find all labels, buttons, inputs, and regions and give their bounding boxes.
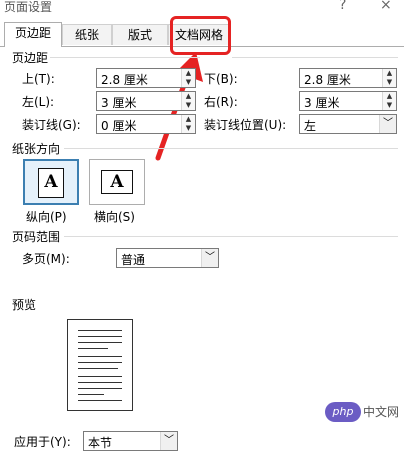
spin-up-icon[interactable]: ▲: [182, 115, 195, 124]
bottom-margin-label: 下(B):: [204, 72, 238, 86]
php-logo: php: [325, 402, 361, 422]
portrait-page-icon: A: [38, 168, 64, 198]
portrait-label: 纵向(P): [26, 210, 67, 224]
orientation-heading: 纸张方向: [12, 142, 61, 156]
top-margin-label: 上(T):: [22, 72, 55, 86]
pages-heading: 页码范围: [12, 230, 61, 244]
apply-to-label: 应用于(Y):: [14, 435, 71, 449]
margins-divider-right: [232, 57, 398, 58]
gutter-position-label: 装订线位置(U):: [204, 118, 287, 132]
spin-up-icon[interactable]: ▲: [383, 92, 396, 101]
help-button[interactable]: ?: [339, 0, 346, 13]
top-margin-value: 2.8 厘米: [101, 73, 148, 87]
chevron-down-icon[interactable]: ﹀: [201, 249, 218, 267]
spinner-arrows[interactable]: ▲ ▼: [181, 92, 195, 110]
spinner-arrows[interactable]: ▲ ▼: [382, 69, 396, 87]
bottom-margin-spinner[interactable]: 2.8 厘米 ▲ ▼: [299, 68, 397, 88]
spin-down-icon[interactable]: ▼: [182, 78, 195, 87]
preview-page: [67, 319, 133, 411]
right-margin-value: 3 厘米: [304, 96, 340, 110]
apply-to-select[interactable]: 本节 ﹀: [83, 431, 178, 451]
pages-divider: [64, 236, 398, 237]
left-margin-spinner[interactable]: 3 厘米 ▲ ▼: [96, 91, 196, 111]
margins-heading: 页边距: [12, 51, 49, 65]
chevron-down-icon[interactable]: ﹀: [379, 115, 396, 133]
close-button[interactable]: ×: [380, 0, 392, 13]
landscape-button[interactable]: A: [89, 159, 145, 205]
orientation-divider: [64, 148, 398, 149]
spin-down-icon[interactable]: ▼: [383, 101, 396, 110]
margins-divider: [50, 57, 200, 58]
landscape-page-icon: A: [101, 170, 133, 194]
spin-up-icon[interactable]: ▲: [182, 69, 195, 78]
spinner-arrows[interactable]: ▲ ▼: [181, 115, 195, 133]
top-margin-spinner[interactable]: 2.8 厘米 ▲ ▼: [96, 68, 196, 88]
portrait-button[interactable]: A: [23, 159, 79, 205]
gutter-spinner[interactable]: 0 厘米 ▲ ▼: [96, 114, 196, 134]
spinner-arrows[interactable]: ▲ ▼: [181, 69, 195, 87]
gutter-value: 0 厘米: [101, 119, 137, 133]
multiple-pages-value: 普通: [121, 253, 146, 267]
left-margin-label: 左(L):: [22, 95, 55, 109]
dialog-title: 页面设置: [4, 0, 53, 14]
multiple-pages-select[interactable]: 普通 ﹀: [116, 248, 219, 268]
tab-paper[interactable]: 纸张: [62, 24, 112, 45]
left-margin-value: 3 厘米: [101, 96, 137, 110]
watermark-text: 中文网: [363, 405, 400, 419]
spin-down-icon[interactable]: ▼: [383, 78, 396, 87]
tab-layout[interactable]: 版式: [112, 24, 168, 45]
spin-down-icon[interactable]: ▼: [182, 124, 195, 133]
multiple-pages-label: 多页(M):: [22, 252, 70, 266]
bottom-margin-value: 2.8 厘米: [304, 73, 351, 87]
spinner-arrows[interactable]: ▲ ▼: [382, 92, 396, 110]
spin-down-icon[interactable]: ▼: [182, 101, 195, 110]
spin-up-icon[interactable]: ▲: [383, 69, 396, 78]
right-margin-label: 右(R):: [204, 95, 238, 109]
chevron-down-icon[interactable]: ﹀: [160, 432, 177, 450]
right-margin-spinner[interactable]: 3 厘米 ▲ ▼: [299, 91, 397, 111]
tab-margins[interactable]: 页边距: [4, 22, 62, 47]
gutter-position-select[interactable]: 左 ﹀: [299, 114, 397, 134]
gutter-label: 装订线(G):: [22, 118, 81, 132]
gutter-position-value: 左: [304, 119, 317, 133]
preview-heading: 预览: [12, 298, 37, 312]
landscape-label: 横向(S): [94, 210, 135, 224]
apply-to-value: 本节: [88, 436, 113, 450]
spin-up-icon[interactable]: ▲: [182, 92, 195, 101]
